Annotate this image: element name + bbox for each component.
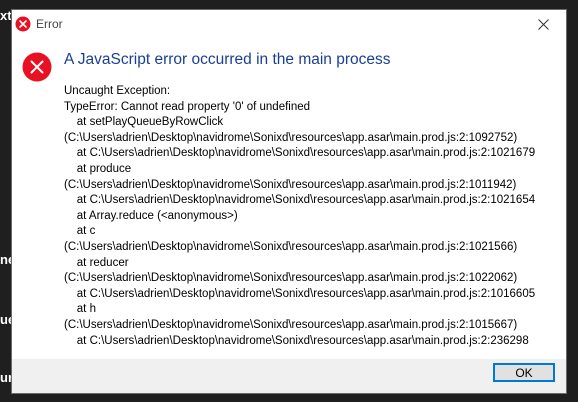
dialog-footer: OK [12,359,566,393]
ok-button[interactable]: OK [493,363,555,382]
error-detail-line: (C:\Users\adrien\Desktop\navidrome\Sonix… [64,240,518,253]
dialog-content: A JavaScript error occurred in the main … [12,38,566,359]
background-text-fragment: xt [0,8,11,23]
error-detail-line: (C:\Users\adrien\Desktop\navidrome\Sonix… [64,178,517,191]
error-detail-line: at C:\Users\adrien\Desktop\navidrome\Son… [64,147,536,160]
error-detail-line: at produce [64,162,132,175]
error-detail-line: at c [64,225,96,238]
error-detail-line: (C:\Users\adrien\Desktop\navidrome\Sonix… [64,318,518,331]
title-bar[interactable]: Error [12,10,566,38]
error-detail-line: Uncaught Exception: [64,85,171,97]
dialog-title: Error [36,17,63,31]
error-detail-line: at h [64,303,96,316]
background-text-fragment: ne [0,252,11,267]
error-detail-line: at Array.reduce (<anonymous>) [64,209,238,222]
error-detail-line: at reducer [64,256,129,269]
error-icon [15,16,31,32]
background-text-fragment: ue [0,312,11,327]
error-detail-line: (C:\Users\adrien\Desktop\navidrome\Sonix… [64,131,518,144]
close-button[interactable] [520,10,566,38]
error-dialog: Error A JavaScript error occurred in the… [11,9,567,394]
error-detail-line: at setPlayQueueByRowClick [64,116,224,129]
error-detail-line: at C:\Users\adrien\Desktop\navidrome\Son… [64,334,529,347]
error-detail-line: TypeError: Cannot read property '0' of u… [64,100,311,113]
error-detail-line: (C:\Users\adrien\Desktop\navidrome\Sonix… [64,272,518,285]
error-details: Uncaught Exception: TypeError: Cannot rea… [64,84,559,349]
error-detail-line: at C:\Users\adrien\Desktop\navidrome\Son… [64,287,536,300]
error-icon [22,52,52,82]
close-icon [537,18,549,30]
error-heading: A JavaScript error occurred in the main … [64,51,391,68]
error-detail-line: at C:\Users\adrien\Desktop\navidrome\Son… [64,194,536,207]
background-text-fragment: ur [0,370,11,385]
